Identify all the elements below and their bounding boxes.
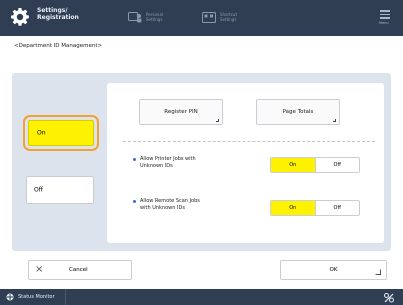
page-title-line2: Registration bbox=[37, 14, 79, 21]
page-totals-button[interactable]: Page Totals bbox=[256, 99, 340, 125]
personal-settings-line2: Settings bbox=[146, 17, 163, 22]
allow-remote-scan-line1: Allow Remote Scan Jobs bbox=[140, 198, 200, 204]
page-title-line1: Settings/ bbox=[37, 7, 68, 14]
shortcut-settings-line2: Settings bbox=[220, 17, 237, 22]
allow-printer-jobs-line1: Allow Printer Jobs with bbox=[140, 156, 196, 162]
allow-printer-jobs-toggle[interactable]: On Off bbox=[270, 157, 360, 173]
page-title: Settings/ Registration bbox=[37, 7, 79, 21]
shortcut-settings-icon bbox=[202, 11, 216, 23]
bullet-icon bbox=[133, 200, 136, 203]
allow-remote-scan-on[interactable]: On bbox=[271, 201, 315, 215]
page-totals-label: Page Totals bbox=[282, 109, 314, 115]
allow-remote-scan-line2: with Unknown IDs bbox=[140, 205, 185, 211]
allow-remote-scan-label: Allow Remote Scan Jobs with Unknown IDs bbox=[133, 198, 200, 212]
personal-settings-icon bbox=[128, 11, 142, 22]
menu-button[interactable]: Menu bbox=[376, 8, 394, 28]
top-bar: Settings/ Registration Personal Settings… bbox=[0, 0, 403, 36]
submenu-corner-icon bbox=[333, 119, 336, 122]
cancel-label: Cancel bbox=[69, 267, 88, 273]
allow-remote-scan-off[interactable]: Off bbox=[314, 201, 360, 215]
ok-label: OK bbox=[329, 267, 338, 273]
status-monitor-label: Status Monitor bbox=[18, 294, 55, 300]
allow-printer-jobs-off[interactable]: Off bbox=[314, 158, 360, 172]
on-button[interactable]: On bbox=[28, 120, 94, 146]
close-icon: × bbox=[35, 264, 44, 275]
status-monitor-button[interactable]: Status Monitor bbox=[0, 289, 66, 305]
shortcut-settings-button[interactable]: Shortcut Settings bbox=[202, 8, 237, 26]
menu-label: Menu bbox=[379, 21, 389, 25]
bullet-icon bbox=[133, 158, 136, 161]
settings-gear-icon bbox=[11, 8, 29, 26]
submenu-corner-icon bbox=[216, 119, 219, 122]
menu-icon bbox=[380, 10, 390, 19]
register-pin-label: Register PIN bbox=[164, 109, 198, 115]
allow-printer-jobs-label: Allow Printer Jobs with Unknown IDs bbox=[133, 156, 196, 170]
personal-settings-button[interactable]: Personal Settings bbox=[128, 8, 163, 26]
register-pin-button[interactable]: Register PIN bbox=[139, 99, 223, 125]
divider bbox=[123, 141, 375, 142]
allow-printer-jobs-on[interactable]: On bbox=[271, 158, 315, 172]
ok-button[interactable]: OK bbox=[280, 260, 387, 280]
on-focus-ring: On bbox=[23, 115, 99, 151]
corner-arrow-icon bbox=[375, 269, 381, 275]
breadcrumb: <Department ID Management> bbox=[14, 43, 103, 49]
status-monitor-icon bbox=[6, 293, 14, 301]
off-button[interactable]: Off bbox=[26, 176, 94, 204]
off-button-label: Off bbox=[34, 186, 43, 194]
status-bar: Status Monitor bbox=[0, 289, 403, 305]
system-status-icon[interactable] bbox=[383, 292, 395, 303]
allow-remote-scan-toggle[interactable]: On Off bbox=[270, 200, 360, 216]
cancel-button[interactable]: × Cancel bbox=[28, 260, 132, 280]
allow-printer-jobs-line2: Unknown IDs bbox=[140, 163, 173, 169]
on-button-label: On bbox=[37, 129, 46, 137]
